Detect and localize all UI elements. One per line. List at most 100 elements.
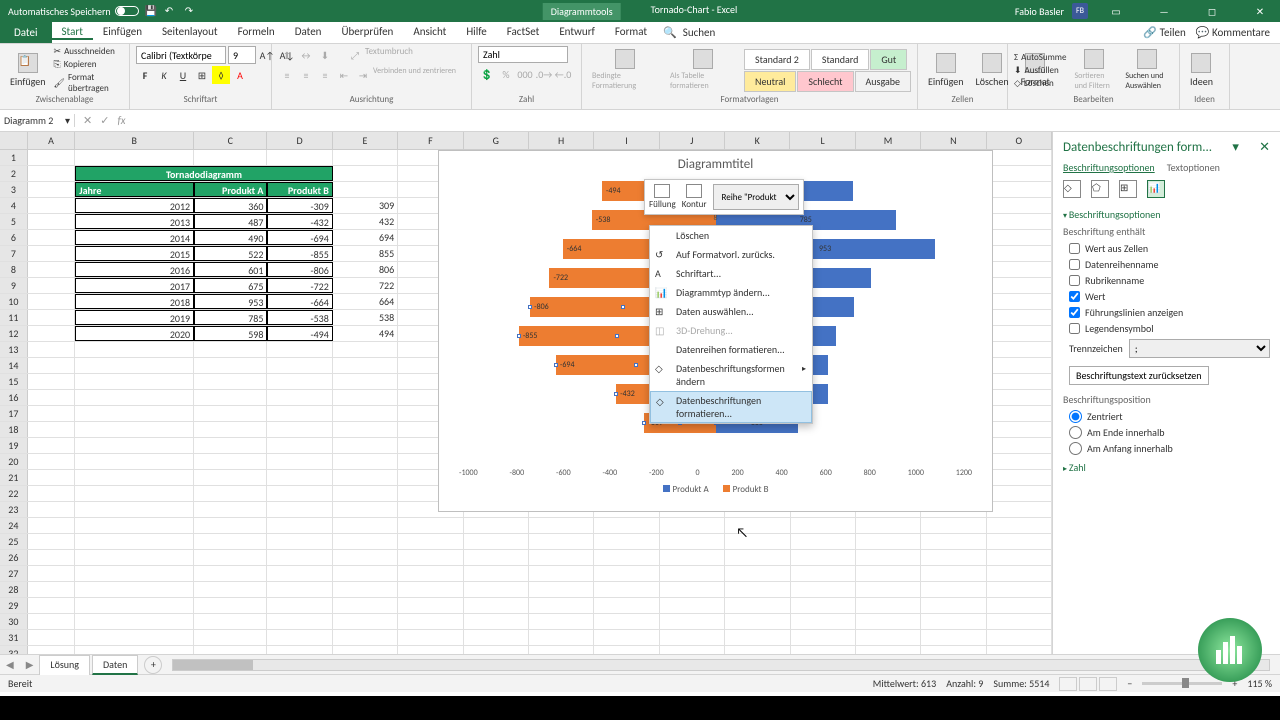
cell[interactable] xyxy=(194,150,267,165)
cell[interactable] xyxy=(398,646,463,654)
cell[interactable] xyxy=(594,550,659,565)
format-table-button[interactable]: Als Tabelle formatieren xyxy=(666,47,740,93)
cell[interactable] xyxy=(267,614,332,629)
cell[interactable] xyxy=(194,390,267,405)
cell[interactable] xyxy=(856,646,921,654)
cell[interactable] xyxy=(28,230,76,245)
col-header[interactable]: L xyxy=(790,132,855,149)
cell[interactable] xyxy=(194,406,267,421)
cell[interactable] xyxy=(987,422,1052,437)
close-pane-icon[interactable]: ✕ xyxy=(1259,140,1270,155)
cell[interactable] xyxy=(28,646,76,654)
cell[interactable] xyxy=(333,422,398,437)
cell[interactable] xyxy=(194,518,267,533)
cell[interactable] xyxy=(28,310,76,325)
select-all-corner[interactable] xyxy=(0,132,28,149)
maximize-icon[interactable]: ◻ xyxy=(1192,0,1232,22)
col-header[interactable]: A xyxy=(28,132,76,149)
cell[interactable] xyxy=(75,614,194,629)
cell[interactable] xyxy=(594,518,659,533)
undo-icon[interactable]: ↶ xyxy=(165,4,179,18)
align-top-icon[interactable]: ⬆ xyxy=(278,46,296,64)
cell[interactable] xyxy=(28,550,76,565)
outline-button[interactable]: Kontur xyxy=(682,184,707,210)
row-header[interactable]: 14 xyxy=(0,358,28,373)
cell[interactable] xyxy=(194,582,267,597)
cell[interactable]: -432 xyxy=(267,214,332,229)
cell[interactable] xyxy=(75,422,194,437)
cell[interactable] xyxy=(333,406,398,421)
cell[interactable]: 2020 xyxy=(75,326,194,341)
context-menu-item[interactable]: ⊞Daten auswählen... xyxy=(650,302,812,321)
cell[interactable] xyxy=(267,470,332,485)
cell[interactable]: 2012 xyxy=(75,198,194,213)
cell[interactable] xyxy=(194,614,267,629)
cell[interactable]: 487 xyxy=(194,214,267,229)
cell-style[interactable]: Standard xyxy=(811,49,870,70)
cell[interactable] xyxy=(594,534,659,549)
cell[interactable] xyxy=(791,518,856,533)
row-header[interactable]: 6 xyxy=(0,230,28,245)
row-header[interactable]: 21 xyxy=(0,470,28,485)
cell[interactable]: Jahre xyxy=(75,182,194,197)
label-options-section[interactable]: Beschriftungsoptionen xyxy=(1063,208,1270,221)
cell[interactable] xyxy=(28,454,76,469)
indent-increase-icon[interactable]: ⇥ xyxy=(354,66,372,84)
cell[interactable] xyxy=(28,598,76,613)
cell[interactable] xyxy=(987,246,1052,261)
row-header[interactable]: 10 xyxy=(0,294,28,309)
normal-view-icon[interactable] xyxy=(1059,677,1077,691)
cell[interactable]: -806 xyxy=(267,262,332,277)
user-avatar[interactable]: FB xyxy=(1072,3,1088,19)
cell[interactable] xyxy=(464,630,529,645)
cell[interactable] xyxy=(725,566,790,581)
cell[interactable] xyxy=(987,518,1052,533)
cell[interactable] xyxy=(464,550,529,565)
align-bottom-icon[interactable]: ⬇ xyxy=(316,46,334,64)
cell[interactable]: 953 xyxy=(194,294,267,309)
cell[interactable] xyxy=(987,294,1052,309)
cell[interactable] xyxy=(464,566,529,581)
cell[interactable]: 601 xyxy=(194,262,267,277)
cell[interactable] xyxy=(267,358,332,373)
tab-entwurf[interactable]: Entwurf xyxy=(549,25,605,38)
cell[interactable] xyxy=(194,550,267,565)
cell[interactable] xyxy=(529,646,594,654)
col-header[interactable]: I xyxy=(594,132,659,149)
tab-factset[interactable]: FactSet xyxy=(497,25,550,38)
tab-format[interactable]: Format xyxy=(605,25,657,38)
percent-icon[interactable]: % xyxy=(497,65,515,83)
cell[interactable] xyxy=(660,582,725,597)
increase-decimal-icon[interactable]: .0→ xyxy=(535,65,553,83)
cell[interactable] xyxy=(987,454,1052,469)
cell[interactable] xyxy=(529,630,594,645)
cell[interactable] xyxy=(194,486,267,501)
cell[interactable] xyxy=(987,630,1052,645)
cell[interactable] xyxy=(267,150,332,165)
cell[interactable]: 806 xyxy=(333,262,398,277)
cell-style[interactable]: Neutral xyxy=(744,71,796,92)
search-icon[interactable]: 🔍 xyxy=(657,26,683,39)
cell[interactable] xyxy=(529,566,594,581)
row-header[interactable]: 27 xyxy=(0,566,28,581)
row-header[interactable]: 20 xyxy=(0,454,28,469)
context-menu-item[interactable]: ◇Datenbeschriftungen formatieren... xyxy=(650,391,812,423)
cell[interactable] xyxy=(660,614,725,629)
cell[interactable] xyxy=(267,454,332,469)
row-header[interactable]: 17 xyxy=(0,406,28,421)
decrease-decimal-icon[interactable]: ←.0 xyxy=(554,65,572,83)
cell[interactable] xyxy=(75,342,194,357)
cell[interactable] xyxy=(333,166,398,181)
cell[interactable]: -494 xyxy=(267,326,332,341)
cell[interactable] xyxy=(791,614,856,629)
context-menu-item[interactable]: ◇Datenbeschriftungsformen ändern▸ xyxy=(650,359,812,391)
cell[interactable] xyxy=(194,438,267,453)
cell[interactable] xyxy=(28,358,76,373)
cell[interactable] xyxy=(267,534,332,549)
tab-überprüfen[interactable]: Überprüfen xyxy=(331,25,403,38)
cell[interactable] xyxy=(194,454,267,469)
insert-cells-button[interactable]: Einfügen xyxy=(924,51,968,90)
align-right-icon[interactable]: ≡ xyxy=(316,66,334,84)
cell[interactable] xyxy=(267,438,332,453)
fill-button[interactable]: ⬇ Ausfüllen xyxy=(1014,65,1066,76)
